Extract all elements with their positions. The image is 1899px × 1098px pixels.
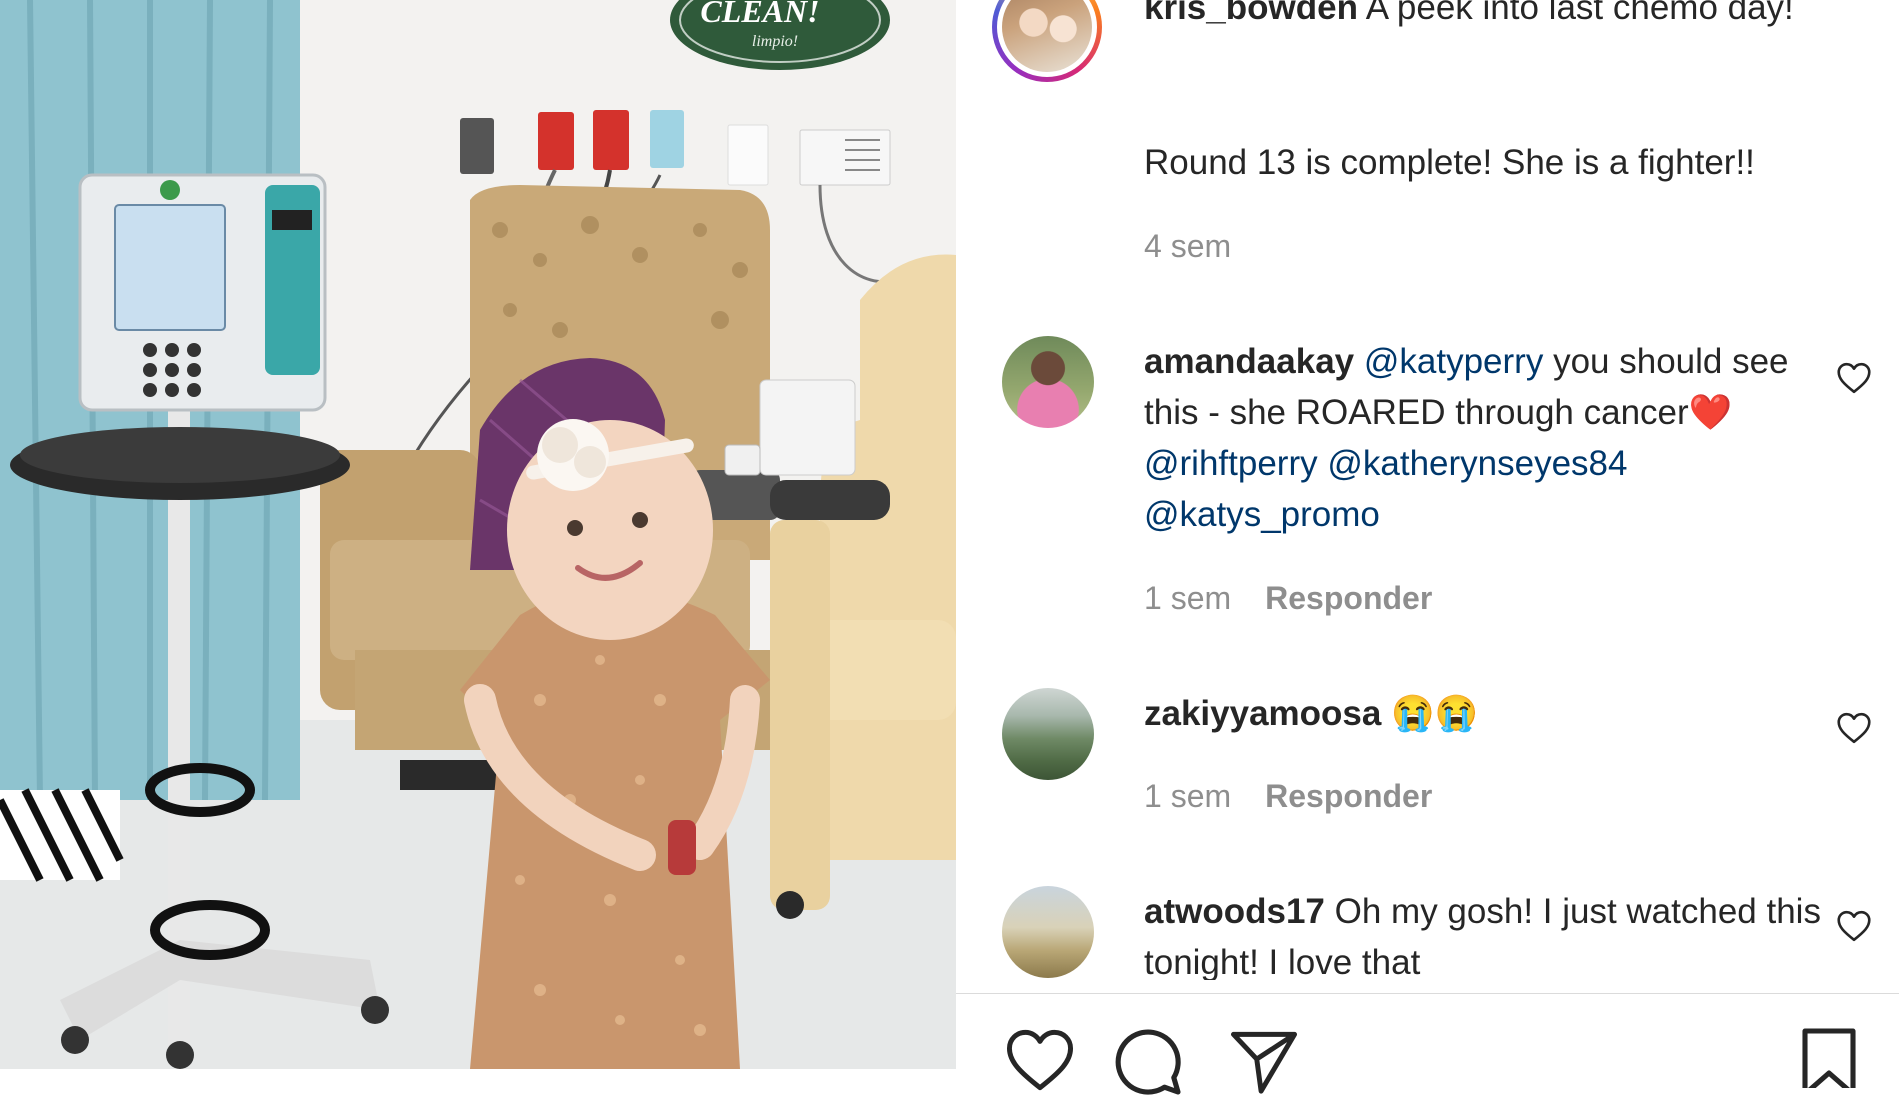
heart-icon[interactable] [1836,910,1872,942]
comment-avatar-atwoods17[interactable] [1002,886,1094,978]
comment-avatar-zakiyyamoosa[interactable] [1002,688,1094,780]
comments-panel: kris_bowden A peek into last chemo day! … [956,0,1899,1095]
mention-link[interactable]: @katherynseyes84 [1327,444,1627,483]
post-photo[interactable]: CLEAN! limpio! [0,0,956,1069]
post-meta: 4 sem [1144,228,1231,265]
comment-username[interactable]: zakiyyamoosa [1144,694,1381,733]
comment-time[interactable]: 1 sem [1144,778,1231,814]
paper-plane-icon[interactable] [1228,1030,1300,1094]
caption-line1: A peek into last chemo day! [1365,0,1794,27]
comment-text-atwoods17: atwoods17 Oh my gosh! I just watched thi… [1144,892,1821,980]
comment-icon[interactable] [1112,1026,1184,1098]
reply-button[interactable]: Responder [1265,580,1432,616]
mention-link[interactable]: @katyperry [1364,342,1543,381]
mention-link[interactable]: @rihftperry [1144,444,1318,483]
comments-scroll-area[interactable]: kris_bowden A peek into last chemo day! … [956,0,1899,980]
heart-icon[interactable] [1836,712,1872,744]
comment-avatar-amandaakay[interactable] [1002,336,1094,428]
actions-divider [956,993,1899,994]
bookmark-icon[interactable] [1799,1028,1859,1088]
photo-sign-text: CLEAN! [700,0,819,29]
photo-sign-subtext: limpio! [752,33,798,50]
comment-meta: 1 sem Responder [1144,778,1432,815]
heart-icon[interactable] [1004,1028,1076,1092]
comment-emoji: 😭😭 [1391,694,1479,733]
heart-emoji: ❤️ [1688,393,1733,432]
heart-icon[interactable] [1836,362,1872,394]
comment-meta: 1 sem Responder [1144,580,1432,617]
owner-username[interactable]: kris_bowden [1144,0,1358,27]
caption-line2: Round 13 is complete! She is a fighter!! [1144,143,1755,182]
comment-username[interactable]: atwoods17 [1144,892,1325,931]
comment-text-amandaakay: amandaakay @katyperry you should see thi… [1144,342,1789,534]
comment-username[interactable]: amandaakay [1144,342,1354,381]
post-time[interactable]: 4 sem [1144,228,1231,264]
photo-illustration: CLEAN! limpio! [0,0,956,1069]
comment-time[interactable]: 1 sem [1144,580,1231,616]
mention-link[interactable]: @katys_promo [1144,495,1380,534]
owner-avatar[interactable] [992,0,1102,82]
post-caption: kris_bowden A peek into last chemo day! [1144,0,1864,33]
reply-button[interactable]: Responder [1265,778,1432,814]
comment-text-zakiyyamoosa: zakiyyamoosa 😭😭 [1144,688,1834,739]
